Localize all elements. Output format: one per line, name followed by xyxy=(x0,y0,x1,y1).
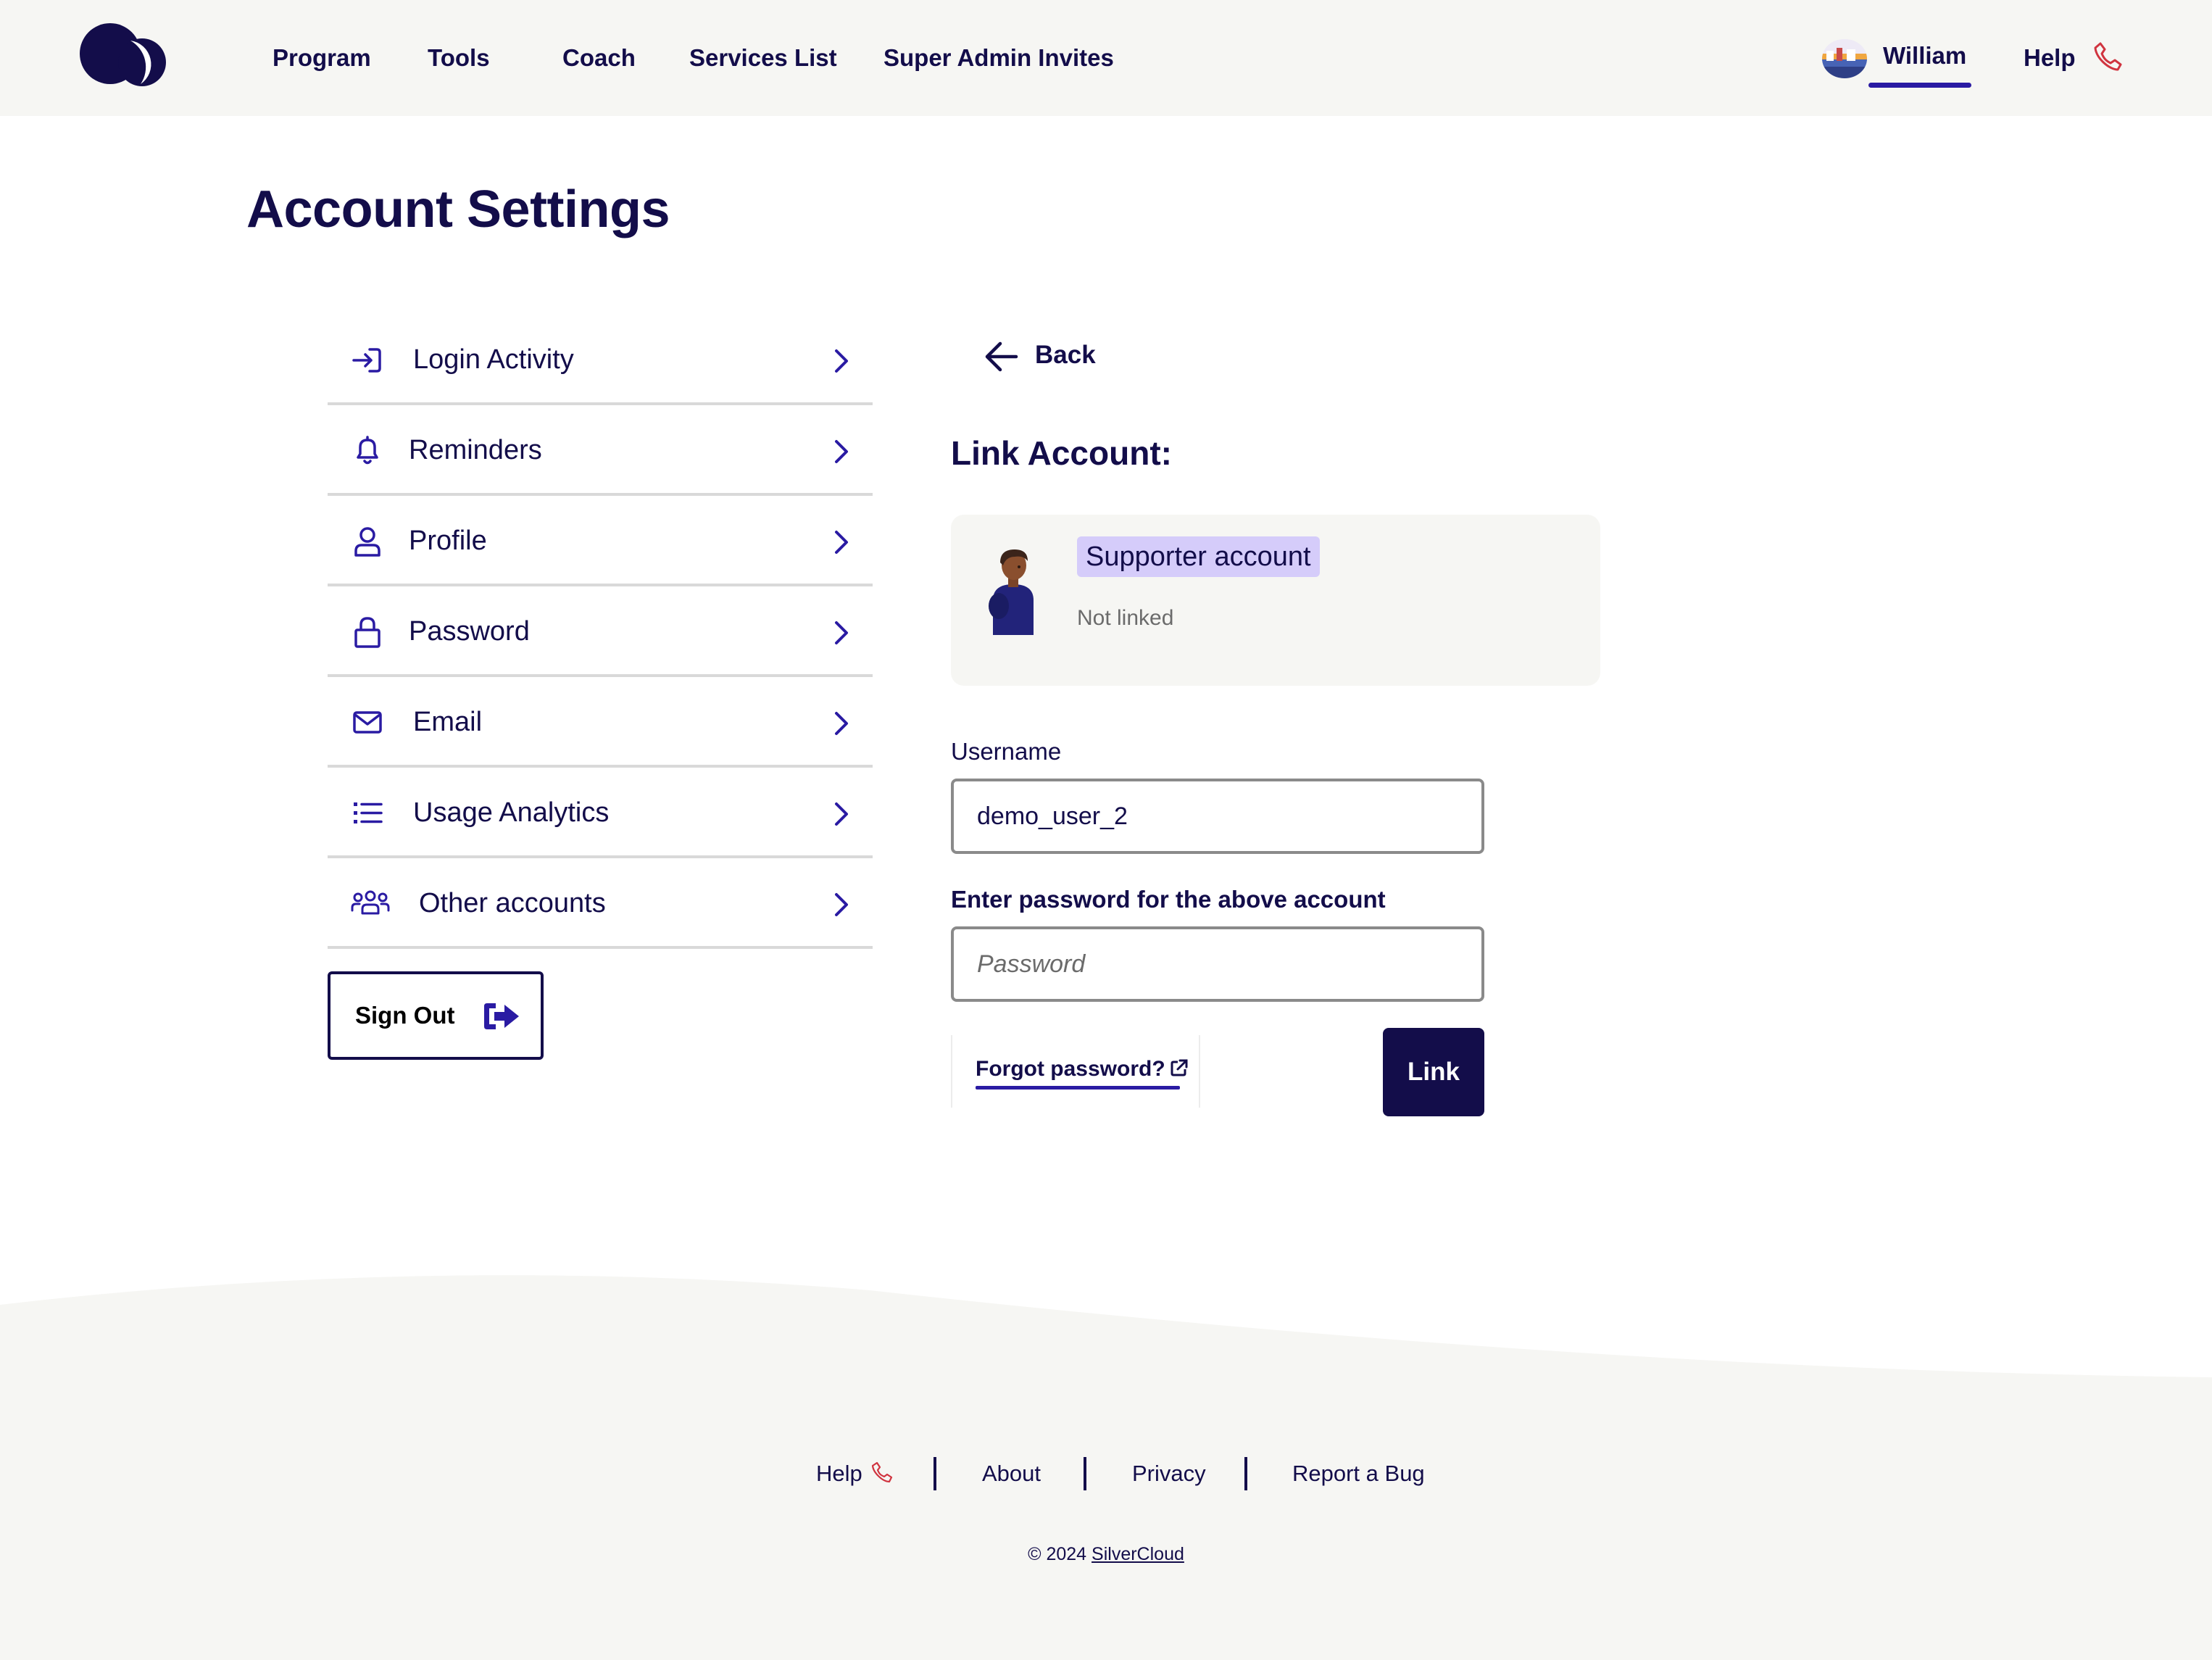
back-label: Back xyxy=(1035,341,1096,369)
sign-out-icon xyxy=(484,1003,519,1029)
username-input[interactable] xyxy=(951,779,1484,854)
nav-tools[interactable]: Tools xyxy=(428,42,490,74)
arrow-left-icon xyxy=(985,341,1018,372)
silvercloud-link[interactable]: SilverCloud xyxy=(1092,1544,1184,1564)
group-icon xyxy=(351,890,390,915)
copyright-text: © 2024 xyxy=(1028,1544,1087,1564)
envelope-icon xyxy=(353,711,382,734)
password-input[interactable] xyxy=(951,926,1484,1002)
chevron-right-icon xyxy=(835,531,848,554)
forgot-password-link[interactable]: Forgot password? xyxy=(976,1057,1189,1082)
footer-links: Help About Privacy Report a Bug xyxy=(0,1457,2212,1493)
menu-label: Profile xyxy=(409,526,487,556)
password-label: Enter password for the above account xyxy=(951,886,1386,913)
active-underline xyxy=(1868,83,1971,88)
help-link[interactable]: Help xyxy=(2024,42,2076,74)
username-label: Username xyxy=(951,738,1062,765)
nav-super-admin-invites[interactable]: Super Admin Invites xyxy=(883,42,1114,74)
menu-item-reminders[interactable]: Reminders xyxy=(328,405,873,496)
footer-divider xyxy=(1084,1457,1086,1490)
menu-label: Reminders xyxy=(409,435,542,465)
nav-services-list[interactable]: Services List xyxy=(689,42,837,74)
forgot-password-container: Forgot password? xyxy=(951,1035,1200,1108)
copyright: © 2024 SilverCloud xyxy=(0,1544,2212,1565)
footer-help-link[interactable]: Help xyxy=(816,1457,862,1490)
menu-item-profile[interactable]: Profile xyxy=(328,496,873,586)
menu-label: Other accounts xyxy=(419,888,606,918)
page-title: Account Settings xyxy=(246,180,670,238)
chevron-right-icon xyxy=(835,440,848,463)
link-account-title: Link Account: xyxy=(951,434,1172,472)
phone-icon[interactable] xyxy=(2090,39,2125,74)
menu-label: Usage Analytics xyxy=(413,797,610,828)
footer-divider xyxy=(934,1457,936,1490)
menu-label: Email xyxy=(413,707,483,737)
menu-label: Password xyxy=(409,616,530,647)
person-icon xyxy=(354,527,381,557)
forgot-password-label: Forgot password? xyxy=(976,1057,1165,1081)
bell-icon xyxy=(357,436,378,465)
menu-label: Login Activity xyxy=(413,344,574,375)
list-icon xyxy=(354,802,383,823)
chevron-right-icon xyxy=(835,621,848,644)
link-button[interactable]: Link xyxy=(1383,1028,1484,1116)
user-avatar xyxy=(1822,39,1867,78)
back-button[interactable]: Back xyxy=(983,335,1113,378)
menu-item-other-accounts[interactable]: Other accounts xyxy=(328,858,873,949)
sign-out-button[interactable]: Sign Out xyxy=(328,971,544,1060)
footer-about-link[interactable]: About xyxy=(982,1457,1041,1490)
sign-out-label: Sign Out xyxy=(355,1002,455,1029)
user-name: William xyxy=(1883,42,1967,69)
supporter-account-card: Supporter account Not linked xyxy=(951,515,1600,686)
account-type-badge: Supporter account xyxy=(1077,536,1320,577)
forgot-underline xyxy=(976,1086,1180,1090)
external-link-icon xyxy=(1171,1059,1188,1076)
top-nav: Program Tools Coach Services List Super … xyxy=(0,0,2212,116)
chevron-right-icon xyxy=(835,802,848,826)
nav-program[interactable]: Program xyxy=(273,42,371,74)
settings-menu: Login Activity Reminders Profile Passwor… xyxy=(328,315,873,949)
link-status: Not linked xyxy=(1077,606,1174,630)
chevron-right-icon xyxy=(835,349,848,373)
nav-coach[interactable]: Coach xyxy=(562,42,636,74)
menu-item-password[interactable]: Password xyxy=(328,586,873,677)
brand-logo[interactable] xyxy=(80,23,167,90)
lock-icon xyxy=(354,617,381,648)
footer-divider xyxy=(1244,1457,1247,1490)
supporter-avatar-icon xyxy=(989,549,1034,635)
menu-item-usage-analytics[interactable]: Usage Analytics xyxy=(328,768,873,858)
footer-report-bug-link[interactable]: Report a Bug xyxy=(1292,1457,1425,1490)
chevron-right-icon xyxy=(835,712,848,735)
footer-privacy-link[interactable]: Privacy xyxy=(1132,1457,1206,1490)
phone-icon xyxy=(871,1461,893,1483)
menu-item-login-activity[interactable]: Login Activity xyxy=(328,315,873,405)
chevron-right-icon xyxy=(835,893,848,916)
menu-item-email[interactable]: Email xyxy=(328,677,873,768)
login-icon xyxy=(352,348,381,373)
